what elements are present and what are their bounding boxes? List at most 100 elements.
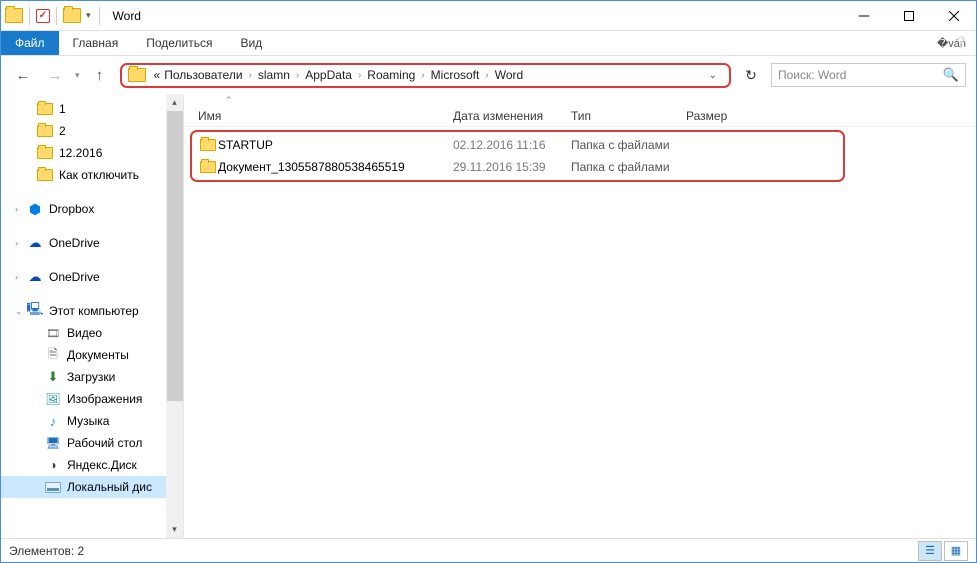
table-row[interactable]: STARTUP 02.12.2016 11:16 Папка с файлами <box>192 134 843 156</box>
sidebar-item-desktop[interactable]: 🖥 Рабочий стол <box>1 432 183 454</box>
scroll-up-icon[interactable]: ▴ <box>166 94 183 111</box>
details-view-button[interactable]: ☰ <box>918 541 942 561</box>
chevron-right-icon[interactable]: › <box>354 70 365 81</box>
tab-share[interactable]: Поделиться <box>132 31 226 55</box>
status-bar: Элементов: 2 ☰ ▦ <box>1 538 976 562</box>
tab-file[interactable]: Файл <box>1 31 59 55</box>
back-button[interactable]: ← <box>11 63 35 87</box>
ribbon: Файл Главная Поделиться Вид �ván ⌄ ❔ <box>1 31 976 56</box>
file-name: STARTUP <box>218 138 453 152</box>
desktop-icon: 🖥 <box>45 435 61 451</box>
sidebar-item-onedrive[interactable]: › ☁ OneDrive <box>1 266 183 288</box>
scroll-down-icon[interactable]: ▾ <box>166 521 183 538</box>
column-date[interactable]: Дата изменения <box>453 109 571 123</box>
icons-view-button[interactable]: ▦ <box>944 541 968 561</box>
onedrive-icon: ☁ <box>27 235 43 251</box>
image-icon: 🖼 <box>45 391 61 407</box>
sidebar-item-label: 2 <box>59 124 66 138</box>
sidebar-item-localdisk[interactable]: Локальный дис <box>1 476 183 498</box>
file-date: 02.12.2016 11:16 <box>453 138 571 152</box>
address-dropdown-icon[interactable]: ⌄ <box>703 70 723 81</box>
search-input[interactable]: Поиск: Word 🔍 <box>771 63 966 87</box>
folder-icon <box>128 68 146 82</box>
folder-icon <box>198 139 218 151</box>
sidebar-item-label: Видео <box>67 326 102 340</box>
sidebar-item-thispc[interactable]: ⌄🖳Этот компьютер <box>1 300 183 322</box>
expand-icon[interactable]: › <box>15 272 18 282</box>
drive-icon <box>45 479 61 495</box>
chevron-right-icon[interactable]: › <box>417 70 428 81</box>
maximize-button[interactable] <box>886 1 931 30</box>
sidebar-item-downloads[interactable]: ⬇Загрузки <box>1 366 183 388</box>
breadcrumb[interactable]: Microsoft <box>429 68 482 82</box>
column-type[interactable]: Тип <box>571 109 686 123</box>
folder-icon <box>198 161 218 173</box>
minimize-button[interactable] <box>841 1 886 30</box>
sidebar-item-label: Dropbox <box>49 202 94 216</box>
sidebar: 1 2 12.2016 Как отключить › ⬢ Dropbox › ☁ On… <box>1 94 184 538</box>
dropbox-icon: ⬢ <box>27 201 43 217</box>
column-size[interactable]: Размер <box>686 109 756 123</box>
divider <box>99 7 100 25</box>
sidebar-item[interactable]: Как отключить <box>1 164 183 186</box>
forward-button[interactable]: → <box>43 63 67 87</box>
onedrive-icon: ☁ <box>27 269 43 285</box>
download-icon: ⬇ <box>45 369 61 385</box>
chevron-right-icon[interactable]: › <box>245 70 256 81</box>
folder-icon <box>5 8 23 23</box>
sort-indicator-icon: ⌃ <box>225 95 233 106</box>
sidebar-item[interactable]: 12.2016 <box>1 142 183 164</box>
refresh-button[interactable]: ↻ <box>739 63 763 87</box>
sidebar-item-onedrive[interactable]: ›☁OneDrive <box>1 232 183 254</box>
help-dropdown-icon[interactable]: ⌄ ❔ <box>939 36 968 49</box>
open-folder-icon[interactable] <box>63 8 81 23</box>
qa-dropdown-icon[interactable]: ▾ <box>84 10 93 21</box>
navigation-row: ← → ▾ ↑ « Пользователи › slamn › AppData… <box>1 56 976 94</box>
expand-icon[interactable]: › <box>15 238 18 248</box>
breadcrumb[interactable]: AppData <box>303 68 354 82</box>
file-type: Папка с файлами <box>571 160 686 174</box>
column-headers: Имя Дата изменения Тип Размер <box>184 105 976 127</box>
sidebar-item-yandexdisk[interactable]: ◑Яндекс.Диск <box>1 454 183 476</box>
window-title: Word <box>107 9 141 23</box>
sidebar-item-label: Изображения <box>67 392 142 406</box>
sidebar-item-documents[interactable]: 🗎Документы <box>1 344 183 366</box>
sidebar-item-music[interactable]: ♪Музыка <box>1 410 183 432</box>
quick-access-toolbar: ✓ ▾ <box>1 7 107 25</box>
breadcrumb[interactable]: Roaming <box>365 68 417 82</box>
titlebar: ✓ ▾ Word <box>1 1 976 31</box>
chevron-right-icon[interactable]: › <box>292 70 303 81</box>
explorer-window: ✓ ▾ Word Файл Главная Поделиться Вид �vá… <box>0 0 977 563</box>
tab-home[interactable]: Главная <box>59 31 133 55</box>
close-button[interactable] <box>931 1 976 30</box>
recent-locations-icon[interactable]: ▾ <box>75 70 80 81</box>
expand-icon[interactable]: › <box>15 204 18 214</box>
file-list-highlight: STARTUP 02.12.2016 11:16 Папка с файлами… <box>190 130 845 182</box>
sidebar-item-label: 1 <box>59 102 66 116</box>
address-bar[interactable]: « Пользователи › slamn › AppData › Roami… <box>120 63 731 88</box>
sidebar-item-pictures[interactable]: 🖼 Изображения <box>1 388 183 410</box>
collapse-icon[interactable]: ⌄ <box>15 306 23 317</box>
breadcrumb[interactable]: slamn <box>256 68 292 82</box>
table-row[interactable]: Документ_1305587880538465519 29.11.2016 … <box>192 156 843 178</box>
scroll-thumb[interactable] <box>167 111 183 401</box>
breadcrumb[interactable]: Word <box>493 68 525 82</box>
sidebar-item-label: Рабочий стол <box>67 436 142 450</box>
breadcrumb[interactable]: Пользователи <box>162 68 244 82</box>
column-name[interactable]: Имя <box>198 109 453 123</box>
sidebar-item[interactable]: 2 <box>1 120 183 142</box>
sidebar-item[interactable]: 1 <box>1 98 183 120</box>
tab-view[interactable]: Вид <box>226 31 276 55</box>
file-date: 29.11.2016 15:39 <box>453 160 571 174</box>
breadcrumb-overflow[interactable]: « <box>152 68 163 82</box>
sidebar-item-videos[interactable]: 🎞Видео <box>1 322 183 344</box>
file-pane: ⌃ Имя Дата изменения Тип Размер STARTUP … <box>184 94 976 538</box>
sidebar-scrollbar[interactable]: ▴ ▾ <box>166 94 183 538</box>
sidebar-item-label: OneDrive <box>49 270 100 284</box>
search-icon: 🔍 <box>943 67 959 83</box>
chevron-right-icon[interactable]: › <box>481 70 492 81</box>
up-button[interactable]: ↑ <box>88 63 112 87</box>
properties-icon[interactable]: ✓ <box>36 9 50 23</box>
sidebar-item-label: 12.2016 <box>59 146 102 160</box>
sidebar-item-dropbox[interactable]: › ⬢ Dropbox <box>1 198 183 220</box>
